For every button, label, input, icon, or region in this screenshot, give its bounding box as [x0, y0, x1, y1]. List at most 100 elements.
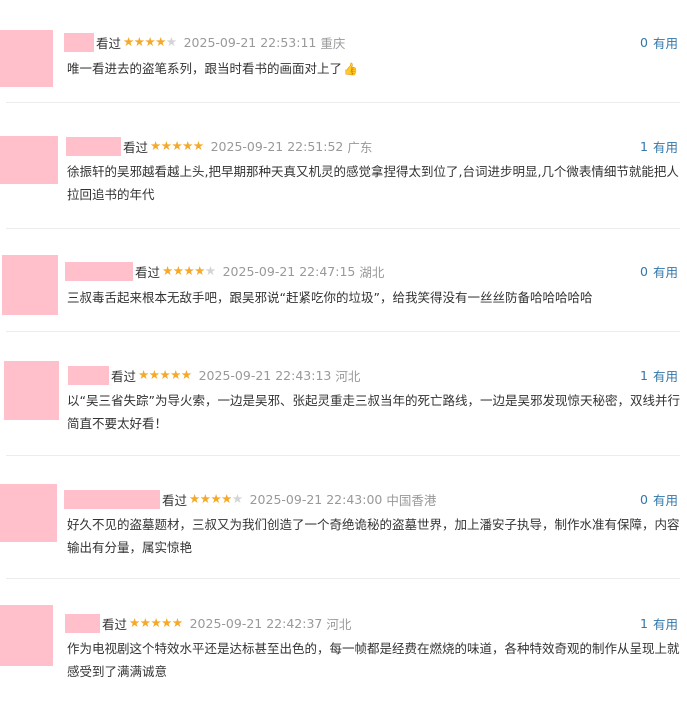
star-filled-icon: ★ [162, 262, 173, 278]
username[interactable] [68, 365, 109, 385]
review-meta: 看过 ★ ★ ★ ★ ★ 2025-09-21 22:53:11 重庆 [64, 32, 345, 52]
review-location: 广东 [347, 139, 373, 155]
star-filled-icon: ★ [210, 490, 222, 506]
useful-button[interactable]: 有用 [653, 137, 678, 156]
review-text: 好久不见的盗墓题材，三叔又为我们创造了一个奇绝诡秘的盗墓世界，加上潘安子执导，制… [67, 517, 680, 555]
star-filled-icon: ★ [138, 366, 149, 382]
review-time: 2025-09-21 22:51:52 [210, 138, 344, 154]
review-location: 中国香港 [386, 492, 437, 508]
star-filled-icon: ★ [123, 33, 134, 49]
star-filled-icon: ★ [144, 33, 156, 49]
review-time: 2025-09-21 22:47:15 [222, 263, 356, 279]
thumbs-up-icon: 👍 [343, 62, 358, 76]
avatar[interactable] [0, 605, 53, 666]
avatar[interactable] [0, 30, 53, 87]
star-filled-icon: ★ [182, 137, 193, 153]
username[interactable] [64, 32, 94, 52]
star-empty-icon: ★ [165, 33, 177, 49]
useful-button[interactable]: 有用 [653, 366, 678, 385]
star-filled-icon: ★ [183, 262, 195, 278]
divider [6, 228, 680, 229]
review-location: 重庆 [320, 35, 346, 51]
divider [6, 331, 680, 332]
divider [6, 455, 680, 456]
review-meta: 看过 ★ ★ ★ ★ ★ 2025-09-21 22:43:13 河北 [68, 365, 360, 385]
star-filled-icon: ★ [150, 137, 161, 153]
useful-count: 0 [640, 491, 648, 507]
star-filled-icon: ★ [192, 137, 204, 153]
review-time: 2025-09-21 22:42:37 [189, 615, 323, 631]
watch-status: 看过 [135, 264, 161, 280]
avatar[interactable] [2, 255, 58, 315]
useful-vote: 1 有用 [640, 613, 678, 633]
useful-button[interactable]: 有用 [653, 614, 678, 633]
star-filled-icon: ★ [194, 262, 205, 278]
username[interactable] [65, 613, 100, 633]
avatar[interactable] [0, 136, 58, 184]
watch-status: 看过 [162, 492, 188, 508]
useful-button[interactable]: 有用 [653, 490, 678, 509]
review-text: 唯一看进去的盗笔系列，跟当时看书的画面对上了👍 [67, 57, 680, 81]
review-location: 湖北 [359, 264, 385, 280]
review-time: 2025-09-21 22:43:13 [198, 367, 332, 383]
review-time: 2025-09-21 22:43:00 [249, 491, 383, 507]
review-text: 以“吴三省失踪”为导火索，一边是吴邪、张起灵重走三叔当年的死亡路线，一边是吴邪发… [67, 393, 680, 431]
rating-stars: ★ ★ ★ ★ ★ [189, 490, 243, 506]
review-time: 2025-09-21 22:53:11 [183, 34, 317, 50]
review-text: 徐振轩的吴邪越看越上头,把早期那种天真又机灵的感觉拿捏得太到位了,台词进步明显,… [67, 164, 679, 202]
star-filled-icon: ★ [155, 33, 166, 49]
useful-count: 1 [640, 615, 648, 631]
review-text: 三叔毒舌起来根本无敌手吧，跟吴邪说“赶紧吃你的垃圾”，给我笑得没有一丝丝防备哈哈… [67, 290, 593, 305]
star-filled-icon: ★ [170, 366, 181, 382]
watch-status: 看过 [123, 139, 149, 155]
review-text-body: 唯一看进去的盗笔系列，跟当时看书的画面对上了 [67, 61, 343, 76]
star-filled-icon: ★ [160, 137, 172, 153]
useful-button[interactable]: 有用 [653, 262, 678, 281]
watch-status: 看过 [111, 368, 137, 384]
useful-count: 1 [640, 367, 648, 383]
review-meta: 看过 ★ ★ ★ ★ ★ 2025-09-21 22:43:00 中国香港 [64, 489, 436, 509]
username[interactable] [65, 261, 133, 281]
star-filled-icon: ★ [221, 490, 232, 506]
rating-stars: ★ ★ ★ ★ ★ [129, 614, 183, 630]
review-meta: 看过 ★ ★ ★ ★ ★ 2025-09-21 22:42:37 河北 [65, 613, 351, 633]
review-meta: 看过 ★ ★ ★ ★ ★ 2025-09-21 22:47:15 湖北 [65, 261, 384, 281]
star-filled-icon: ★ [171, 614, 183, 630]
rating-stars: ★ ★ ★ ★ ★ [162, 262, 216, 278]
rating-stars: ★ ★ ★ ★ ★ [138, 366, 192, 382]
review-location: 河北 [326, 616, 352, 632]
star-empty-icon: ★ [231, 490, 243, 506]
useful-vote: 1 有用 [640, 136, 678, 156]
star-empty-icon: ★ [204, 262, 216, 278]
star-filled-icon: ★ [172, 262, 184, 278]
divider [6, 578, 680, 579]
useful-vote: 0 有用 [640, 32, 678, 52]
star-filled-icon: ★ [150, 614, 162, 630]
divider [6, 102, 680, 103]
star-filled-icon: ★ [161, 614, 172, 630]
star-filled-icon: ★ [199, 490, 211, 506]
username[interactable] [64, 489, 160, 509]
rating-stars: ★ ★ ★ ★ ★ [150, 137, 204, 153]
avatar[interactable] [4, 361, 59, 420]
username[interactable] [66, 136, 121, 156]
star-filled-icon: ★ [148, 366, 160, 382]
star-filled-icon: ★ [189, 490, 200, 506]
avatar[interactable] [0, 484, 57, 542]
star-filled-icon: ★ [129, 614, 140, 630]
useful-count: 0 [640, 263, 648, 279]
review-location: 河北 [335, 368, 361, 384]
useful-count: 1 [640, 138, 648, 154]
useful-vote: 0 有用 [640, 261, 678, 281]
useful-vote: 1 有用 [640, 365, 678, 385]
star-filled-icon: ★ [139, 614, 151, 630]
star-filled-icon: ★ [133, 33, 145, 49]
watch-status: 看过 [96, 35, 122, 51]
useful-count: 0 [640, 34, 648, 50]
rating-stars: ★ ★ ★ ★ ★ [123, 33, 177, 49]
watch-status: 看过 [102, 616, 128, 632]
star-filled-icon: ★ [180, 366, 192, 382]
review-text: 作为电视剧这个特效水平还是达标甚至出色的，每一帧都是经费在燃烧的味道，各种特效奇… [67, 641, 680, 679]
useful-button[interactable]: 有用 [653, 33, 678, 52]
review-meta: 看过 ★ ★ ★ ★ ★ 2025-09-21 22:51:52 广东 [66, 136, 372, 156]
